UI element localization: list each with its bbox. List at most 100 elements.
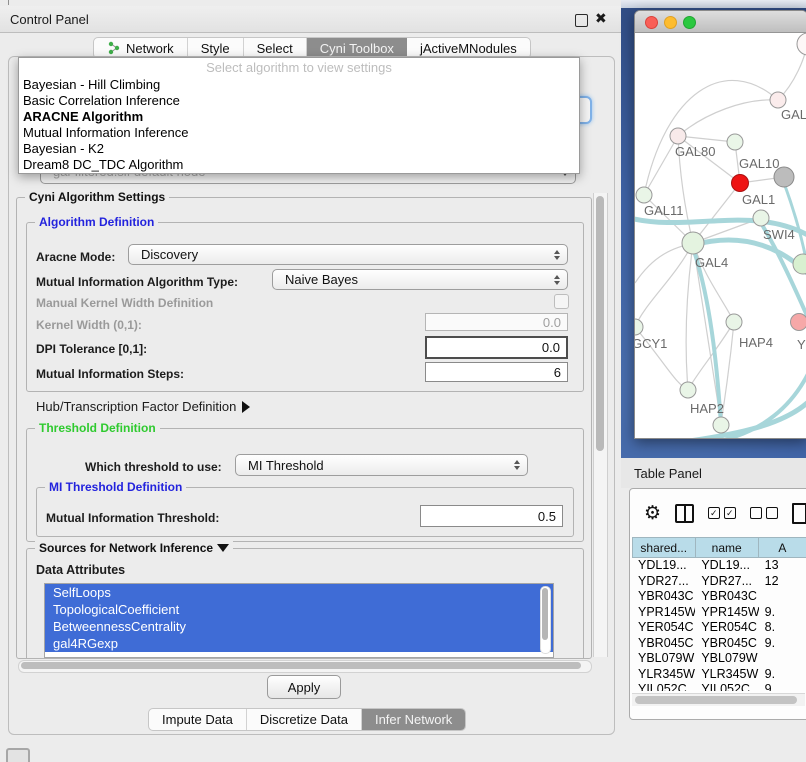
application-root: Control Panel ✖ Network Style Select Cyn… bbox=[0, 0, 806, 762]
popup-option[interactable]: Basic Correlation Inference bbox=[19, 93, 579, 109]
which-threshold-combo[interactable]: MI Threshold bbox=[235, 454, 528, 476]
table-row[interactable]: YIL052CYIL052C9 bbox=[632, 682, 806, 691]
node-label: GAL10 bbox=[739, 156, 779, 171]
group-title: Threshold Definition bbox=[35, 421, 160, 435]
node-label: GAL1 bbox=[742, 192, 775, 207]
tab-network-label: Network bbox=[126, 41, 174, 56]
control-panel-title: Control Panel bbox=[10, 12, 89, 27]
node-swi4 bbox=[753, 210, 769, 226]
stepper-arrows-icon bbox=[554, 250, 560, 260]
close-icon[interactable]: ✖ bbox=[595, 10, 609, 26]
network-graph-canvas[interactable]: GAL GAL80 GAL10 GAL1 GAL11 SWI4 GAL4 GCY… bbox=[635, 33, 806, 438]
mac-zoom-icon[interactable] bbox=[683, 16, 696, 29]
column-header[interactable]: shared... bbox=[632, 537, 696, 558]
list-item[interactable]: BetweennessCentrality bbox=[45, 618, 553, 635]
table-panel-strip: Table Panel bbox=[621, 458, 806, 488]
manual-kernel-checkbox[interactable] bbox=[554, 294, 569, 309]
tab-jactivemnodules[interactable]: jActiveMNodules bbox=[407, 38, 530, 58]
mac-minimize-icon[interactable] bbox=[664, 16, 677, 29]
tab-infer-network[interactable]: Infer Network bbox=[362, 709, 465, 730]
node-label: GAL11 bbox=[644, 203, 684, 218]
network-view-window[interactable]: GAL GAL80 GAL10 GAL1 GAL11 SWI4 GAL4 GCY… bbox=[634, 10, 806, 439]
table-row[interactable]: YER054CYER054C8. bbox=[632, 620, 806, 636]
sources-title: Sources for Network Inference bbox=[39, 541, 213, 555]
mi-steps-input[interactable]: 6 bbox=[425, 362, 568, 382]
table-row[interactable]: YDR27...YDR27...12 bbox=[632, 574, 806, 590]
tab-impute-data[interactable]: Impute Data bbox=[149, 709, 247, 730]
dpi-tolerance-input[interactable]: 0.0 bbox=[425, 336, 568, 359]
node bbox=[713, 417, 729, 433]
bottom-tabs: Impute Data Discretize Data Infer Networ… bbox=[148, 708, 466, 731]
node-label: GAL4 bbox=[695, 255, 728, 270]
gear-icon[interactable]: ⚙ bbox=[644, 502, 661, 525]
popup-option-selected[interactable]: ARACNE Algorithm bbox=[19, 109, 579, 125]
mac-close-icon[interactable] bbox=[645, 16, 658, 29]
table-panel-title: Table Panel bbox=[634, 466, 702, 481]
network-edges-highlighted bbox=[635, 183, 806, 438]
node bbox=[797, 33, 806, 55]
group-title: Cyni Algorithm Settings bbox=[25, 190, 169, 204]
node-hap4 bbox=[726, 314, 742, 330]
control-panel-titlebar: Control Panel ✖ bbox=[0, 6, 621, 33]
table-horizontal-scrollbar[interactable] bbox=[632, 693, 805, 706]
node-gal bbox=[770, 92, 786, 108]
list-item[interactable]: SelfLoops bbox=[45, 584, 553, 601]
node-gal11 bbox=[636, 187, 652, 203]
select-all-icon[interactable]: ✓✓ bbox=[708, 507, 736, 519]
aracne-mode-label: Aracne Mode: bbox=[36, 250, 115, 264]
tab-cyni-toolbox[interactable]: Cyni Toolbox bbox=[307, 38, 407, 58]
table-row[interactable]: YDL19...YDL19...13 bbox=[632, 558, 806, 574]
mi-type-label: Mutual Information Algorithm Type: bbox=[36, 275, 238, 289]
popup-option[interactable]: Mutual Information Inference bbox=[19, 125, 579, 141]
network-window-titlebar[interactable] bbox=[635, 11, 806, 33]
collapse-down-icon[interactable] bbox=[217, 544, 229, 552]
popup-option[interactable]: Bayesian - Hill Climbing bbox=[19, 77, 579, 93]
popup-option[interactable]: Dream8 DC_TDC Algorithm bbox=[19, 157, 579, 173]
dpi-tolerance-label: DPI Tolerance [0,1]: bbox=[36, 342, 147, 356]
network-icon bbox=[107, 41, 121, 55]
node-label: HAP4 bbox=[739, 335, 773, 350]
settings-horizontal-scrollbar[interactable] bbox=[18, 660, 592, 673]
mi-type-value: Naive Bayes bbox=[285, 272, 358, 287]
expand-right-icon bbox=[242, 401, 250, 413]
manual-kernel-label: Manual Kernel Width Definition bbox=[36, 296, 213, 310]
table-row[interactable]: YPR145WYPR145W9. bbox=[632, 605, 806, 621]
table-row[interactable]: YLR345WYLR345W9. bbox=[632, 667, 806, 683]
columns-icon[interactable] bbox=[675, 504, 694, 523]
column-header[interactable]: name bbox=[696, 537, 759, 558]
table-panel-window: ⚙ ✓✓ shared... name A YDL19...YDL19...13… bbox=[629, 488, 806, 720]
settings-vertical-scrollbar[interactable] bbox=[593, 193, 608, 657]
popup-option[interactable]: Bayesian - K2 bbox=[19, 141, 579, 157]
list-item[interactable]: gal4RGexp bbox=[45, 635, 553, 652]
data-attributes-list: SelfLoops TopologicalCoefficient Between… bbox=[44, 583, 554, 658]
group-title: Algorithm Definition bbox=[35, 215, 158, 229]
tab-network[interactable]: Network bbox=[94, 38, 188, 58]
table-row[interactable]: YBR043CYBR043C bbox=[632, 589, 806, 605]
mi-threshold-input[interactable]: 0.5 bbox=[420, 505, 563, 527]
float-panel-icon[interactable] bbox=[575, 14, 588, 27]
tab-discretize-data[interactable]: Discretize Data bbox=[247, 709, 362, 730]
new-table-icon[interactable] bbox=[792, 503, 806, 524]
list-scrollbar[interactable] bbox=[540, 586, 551, 654]
node-gal4 bbox=[682, 232, 704, 254]
mi-type-combo[interactable]: Naive Bayes bbox=[272, 269, 568, 290]
node-hap2 bbox=[680, 382, 696, 398]
tab-style[interactable]: Style bbox=[188, 38, 244, 58]
deselect-all-icon[interactable] bbox=[750, 507, 778, 519]
hub-definition-expander[interactable]: Hub/Transcription Factor Definition bbox=[36, 399, 250, 414]
kernel-width-input[interactable]: 0.0 bbox=[425, 313, 568, 331]
window-edge-divider bbox=[8, 0, 9, 5]
tab-select[interactable]: Select bbox=[244, 38, 307, 58]
stepper-arrows-icon bbox=[554, 275, 560, 285]
aracne-mode-combo[interactable]: Discovery bbox=[128, 244, 568, 265]
apply-button[interactable]: Apply bbox=[267, 675, 341, 699]
table-row[interactable]: YBL079WYBL079W bbox=[632, 651, 806, 667]
node bbox=[793, 254, 806, 274]
minimized-panel-icon[interactable] bbox=[6, 748, 30, 762]
table-header: shared... name A bbox=[632, 537, 806, 558]
list-item[interactable]: TopologicalCoefficient bbox=[45, 601, 553, 618]
column-header[interactable]: A bbox=[759, 537, 806, 558]
node-label: Y bbox=[797, 337, 806, 352]
table-row[interactable]: YBR045CYBR045C9. bbox=[632, 636, 806, 652]
data-attributes-label: Data Attributes bbox=[36, 563, 125, 577]
